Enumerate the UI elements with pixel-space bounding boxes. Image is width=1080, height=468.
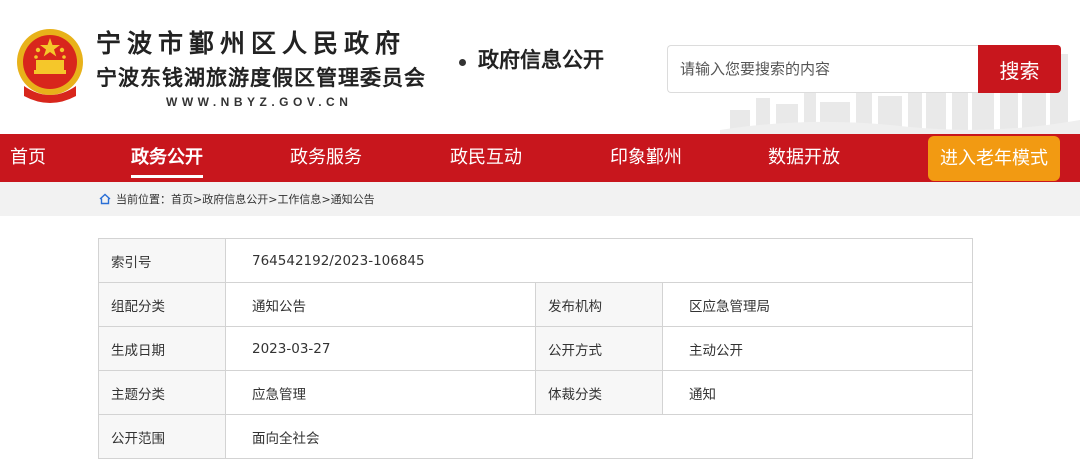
date-value: 2023-03-27: [225, 326, 536, 371]
site-url: WWW.NBYZ.GOV.CN: [166, 95, 353, 109]
site-header: 宁波市鄞州区人民政府 宁波东钱湖旅游度假区管理委员会 WWW.NBYZ.GOV.…: [0, 0, 1080, 134]
main-nav: 首页 政务公开 政务服务 政民互动 印象鄞州 数据开放: [0, 134, 1080, 182]
nav-item-home[interactable]: 首页: [10, 134, 46, 182]
national-emblem-icon: [17, 29, 83, 103]
topic-label: 主题分类: [98, 370, 226, 415]
nav-item-open-data[interactable]: 数据开放: [768, 134, 840, 182]
publisher-value: 区应急管理局: [662, 282, 973, 327]
breadcrumb-separator: >: [321, 193, 331, 206]
topic-value: 应急管理: [225, 370, 536, 415]
scope-value: 面向全社会: [225, 414, 973, 459]
index-number-label: 索引号: [98, 238, 226, 283]
government-title: 宁波市鄞州区人民政府: [96, 29, 407, 58]
table-row: 生成日期 2023-03-27 公开方式 主动公开: [98, 326, 973, 371]
home-icon: [99, 193, 111, 205]
nav-item-government-services[interactable]: 政务服务: [290, 134, 362, 182]
nav-item-impression-yinzhou[interactable]: 印象鄞州: [610, 134, 682, 182]
breadcrumb-item-work-info[interactable]: 工作信息: [277, 193, 321, 206]
category-value: 通知公告: [225, 282, 536, 327]
breadcrumb-separator: >: [193, 193, 203, 206]
table-row: 组配分类 通知公告 发布机构 区应急管理局: [98, 282, 973, 327]
table-row: 公开范围 面向全社会: [98, 414, 973, 459]
breadcrumb-prefix: 当前位置：: [116, 193, 171, 206]
publisher-label: 发布机构: [535, 282, 663, 327]
document-info-table: 索引号 764542192/2023-106845 组配分类 通知公告 发布机构…: [98, 238, 973, 459]
table-row: 主题分类 应急管理 体裁分类 通知: [98, 370, 973, 415]
breadcrumb-item-info-disclosure[interactable]: 政府信息公开: [202, 193, 268, 206]
index-number-value: 764542192/2023-106845: [225, 238, 973, 283]
breadcrumb-item-notices[interactable]: 通知公告: [331, 193, 375, 206]
section-title: 政府信息公开: [478, 47, 604, 72]
disclosure-method-value: 主动公开: [662, 326, 973, 371]
date-label: 生成日期: [98, 326, 226, 371]
breadcrumb-item-home[interactable]: 首页: [171, 193, 193, 206]
table-row: 索引号 764542192/2023-106845: [98, 238, 973, 283]
breadcrumb: 当前位置：首页>政府信息公开>工作信息>通知公告: [116, 191, 375, 207]
genre-label: 体裁分类: [535, 370, 663, 415]
disclosure-method-label: 公开方式: [535, 326, 663, 371]
search-button[interactable]: 搜索: [978, 45, 1061, 93]
category-label: 组配分类: [98, 282, 226, 327]
title-separator-dot: [459, 59, 466, 66]
search-input[interactable]: [667, 45, 979, 93]
committee-title: 宁波东钱湖旅游度假区管理委员会: [96, 65, 426, 90]
elder-mode-button[interactable]: 进入老年模式: [928, 136, 1060, 181]
nav-item-public-interaction[interactable]: 政民互动: [450, 134, 522, 182]
nav-item-government-affairs-disclosure[interactable]: 政务公开: [131, 134, 203, 182]
scope-label: 公开范围: [98, 414, 226, 459]
genre-value: 通知: [662, 370, 973, 415]
